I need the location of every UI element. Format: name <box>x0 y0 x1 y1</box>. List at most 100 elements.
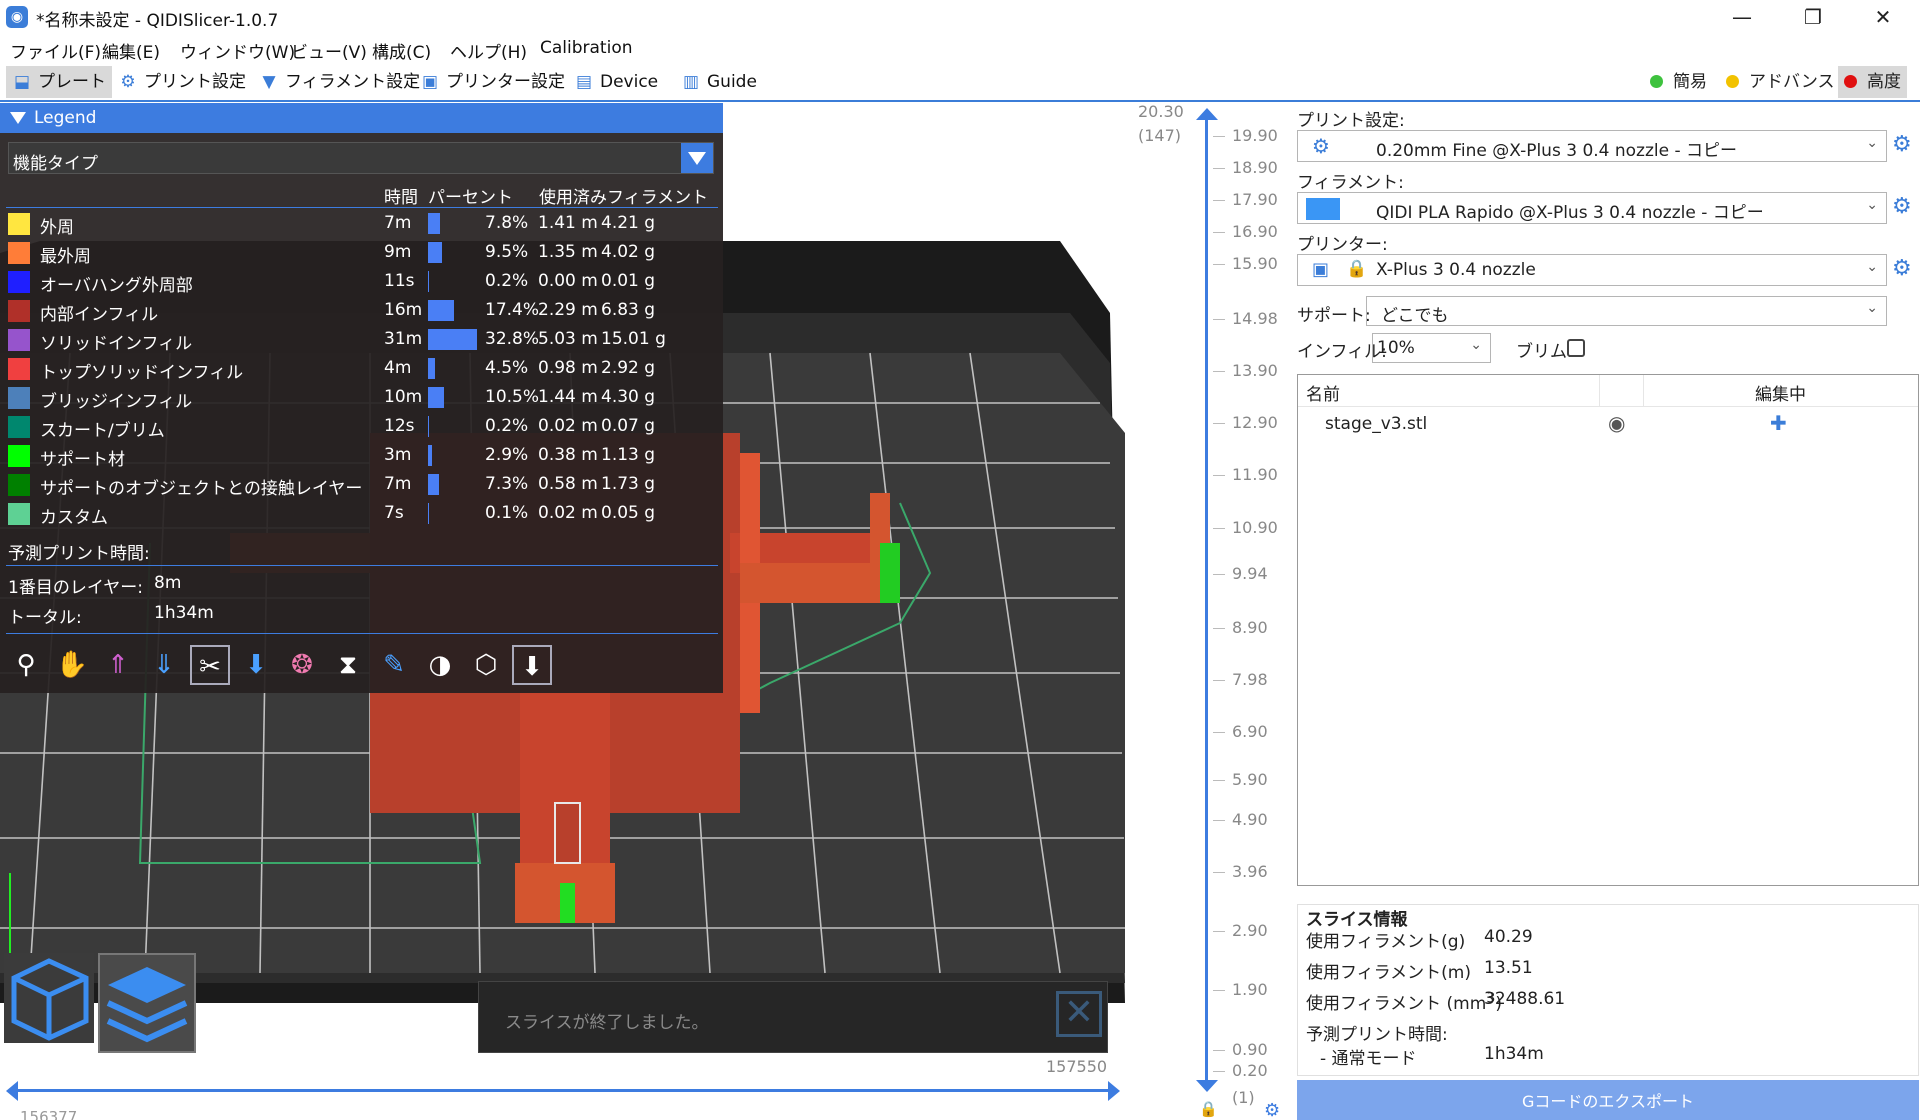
column-name[interactable]: 名前 <box>1306 380 1340 405</box>
mode-advanced[interactable]: アドバンスド <box>1720 66 1858 98</box>
legend-percent-bar <box>428 329 477 350</box>
tick-mark <box>1213 319 1225 320</box>
export-gcode-button[interactable]: Gコードのエクスポート <box>1297 1080 1919 1120</box>
print-preset-gear-icon[interactable]: ⚙ <box>1892 132 1912 157</box>
tab-guide-label: Guide <box>707 72 757 92</box>
3d-preview-canvas[interactable]: Legend 機能タイプ 時間 パーセント 使用済みフィラメント 外周 7m 7.8… <box>0 103 1125 1053</box>
filament-color-swatch[interactable] <box>1306 198 1340 220</box>
preview-layers-button[interactable] <box>98 953 196 1053</box>
legend-row-name: サポートのオブジェクトとの接触レイヤー <box>40 479 363 499</box>
guide-icon: ▥ <box>682 72 700 92</box>
legend-row[interactable]: オーバハング外周部 11s 0.2% 0.00 m 0.01 g <box>0 268 720 297</box>
menu-calibration[interactable]: Calibration <box>540 38 633 58</box>
menu-window[interactable]: ウィンドウ(W) <box>180 38 295 63</box>
layer-height-tick: 10.90 <box>1232 518 1278 537</box>
retractions-icon[interactable]: ⇓ <box>144 645 184 685</box>
tick-mark <box>1213 628 1225 629</box>
menu-file[interactable]: ファイル(F) <box>10 38 101 63</box>
tab-plate[interactable]: ⬓ プレート <box>6 66 112 98</box>
view-type-select[interactable]: 機能タイプ <box>8 142 714 174</box>
menu-view[interactable]: ビュー(V) <box>291 38 367 63</box>
infill-select[interactable]: 10% ⌄ <box>1372 333 1491 363</box>
legend-row[interactable]: 内部インフィル 16m 17.4% 2.29 m 6.83 g <box>0 297 720 326</box>
menu-help[interactable]: ヘルプ(H) <box>450 38 527 63</box>
close-icon[interactable]: ✕ <box>1056 991 1102 1037</box>
maximize-button[interactable]: ❐ <box>1783 0 1843 34</box>
close-button[interactable]: ✕ <box>1853 0 1913 34</box>
legend-row-percent: 0.1% <box>485 503 529 523</box>
legend-row[interactable]: ソリッドインフィル 31m 32.8% 5.03 m 15.01 g <box>0 326 720 355</box>
printer-icon: ▣ <box>421 72 439 92</box>
minimize-button[interactable]: — <box>1712 0 1772 34</box>
seams-icon[interactable]: ⬇ <box>236 645 276 685</box>
legend-row[interactable]: スカート/ブリム 12s 0.2% 0.02 m 0.07 g <box>0 413 720 442</box>
printer-preset-gear-icon[interactable]: ⚙ <box>1892 256 1912 281</box>
slider-settings-gear-icon[interactable]: ⚙ <box>1264 1100 1280 1120</box>
list-item[interactable]: stage_v3.stl ◉ ✚ <box>1298 409 1918 441</box>
right-arrow-icon[interactable] <box>1108 1081 1120 1101</box>
menu-edit[interactable]: 編集(E) <box>102 38 160 63</box>
collapse-triangle-icon[interactable] <box>10 112 26 124</box>
legend-row-length: 1.44 m <box>538 387 598 407</box>
eye-icon[interactable]: ◉ <box>1608 411 1625 435</box>
legend-row-percent: 4.5% <box>485 358 529 378</box>
legend-row[interactable]: ブリッジインフィル 10m 10.5% 1.44 m 4.30 g <box>0 384 720 413</box>
tool-changes-icon[interactable]: ❂ <box>282 645 322 685</box>
3d-view-button[interactable] <box>4 953 94 1043</box>
tab-printer-settings[interactable]: ▣ プリンター設定 <box>414 66 571 98</box>
support-select[interactable]: どこでも ⌄ <box>1366 296 1887 326</box>
layer-height-tick: 2.90 <box>1232 921 1268 940</box>
filament-preset-gear-icon[interactable]: ⚙ <box>1892 194 1912 219</box>
support-label: サポート: <box>1297 306 1371 326</box>
column-editing[interactable]: 編集中 <box>1755 380 1806 405</box>
brim-checkbox[interactable] <box>1567 339 1585 357</box>
custom-gcode-icon[interactable]: ✎ <box>374 645 414 685</box>
divider <box>6 207 718 208</box>
edit-settings-icon[interactable]: ✚ <box>1770 411 1787 435</box>
down-arrow-icon[interactable] <box>1196 1080 1218 1092</box>
tab-filament-settings[interactable]: ▼ フィラメント設定 <box>253 66 426 98</box>
legend-row[interactable]: サポートのオブジェクトとの接触レイヤー 7m 7.3% 0.58 m 1.73 g <box>0 471 720 500</box>
layer-slider[interactable] <box>1205 110 1208 1090</box>
mode-simple[interactable]: 簡易 <box>1644 66 1713 98</box>
chevron-down-icon[interactable] <box>681 143 713 173</box>
center-of-gravity-icon[interactable]: ◑ <box>420 645 460 685</box>
horizontal-move-slider[interactable] <box>14 1089 1114 1092</box>
shells-icon[interactable]: ⬡ <box>466 645 506 685</box>
wipe-icon[interactable]: ⇑ <box>98 645 138 685</box>
divider <box>1599 375 1600 407</box>
legend-row[interactable]: トップソリッドインフィル 4m 4.5% 0.98 m 2.92 g <box>0 355 720 384</box>
legend-row[interactable]: 外周 7m 7.8% 1.41 m 4.21 g <box>0 210 720 239</box>
printer-preset-value: X-Plus 3 0.4 nozzle <box>1376 260 1536 280</box>
menu-config[interactable]: 構成(C) <box>372 38 431 63</box>
lock-icon[interactable]: 🔒 <box>1199 1100 1218 1118</box>
tick-mark <box>1213 168 1225 169</box>
layer-height-tick: 15.90 <box>1232 254 1278 273</box>
deretractions-icon[interactable]: ✂ <box>190 645 230 685</box>
mode-expert[interactable]: 高度 <box>1838 66 1907 98</box>
legend-percent-bar <box>428 474 439 495</box>
legend-percent-bar <box>428 242 442 263</box>
tab-print-settings[interactable]: ⚙ プリント設定 <box>112 66 252 98</box>
legend-color-swatch <box>8 416 30 438</box>
tool-marker-icon[interactable]: ⬇ <box>512 645 552 685</box>
legend-row[interactable]: 最外周 9m 9.5% 1.35 m 4.02 g <box>0 239 720 268</box>
printer-icon: ▣ <box>1312 259 1330 280</box>
printer-preset-combo[interactable]: ▣ 🔒 X-Plus 3 0.4 nozzle ⌄ <box>1297 254 1887 286</box>
tab-device[interactable]: ▤ Device <box>568 66 664 98</box>
left-arrow-icon[interactable] <box>6 1081 18 1101</box>
tab-guide[interactable]: ▥ Guide <box>675 66 763 98</box>
filament-preset-combo[interactable]: QIDI PLA Rapido @X-Plus 3 0.4 nozzle - コ… <box>1297 192 1887 224</box>
legend-row[interactable]: カスタム 7s 0.1% 0.02 m 0.05 g <box>0 500 720 529</box>
pause-icon[interactable]: ⧗ <box>328 645 368 685</box>
print-preset-combo[interactable]: ⚙ 0.20mm Fine @X-Plus 3 0.4 nozzle - コピー… <box>1297 130 1887 162</box>
tab-printer-settings-label: プリンター設定 <box>446 72 565 92</box>
legend-row-time: 31m <box>384 329 423 349</box>
travel-icon[interactable]: ✋ <box>52 645 92 685</box>
legend-row-length: 0.02 m <box>538 503 598 523</box>
object-list[interactable]: 名前 編集中 stage_v3.stl ◉ ✚ <box>1297 374 1919 886</box>
up-arrow-icon[interactable] <box>1196 108 1218 120</box>
legend-row[interactable]: サポート材 3m 2.9% 0.38 m 1.13 g <box>0 442 720 471</box>
legend-header[interactable]: Legend <box>0 103 723 133</box>
legend-options-icon[interactable]: ⚲ <box>6 645 46 685</box>
